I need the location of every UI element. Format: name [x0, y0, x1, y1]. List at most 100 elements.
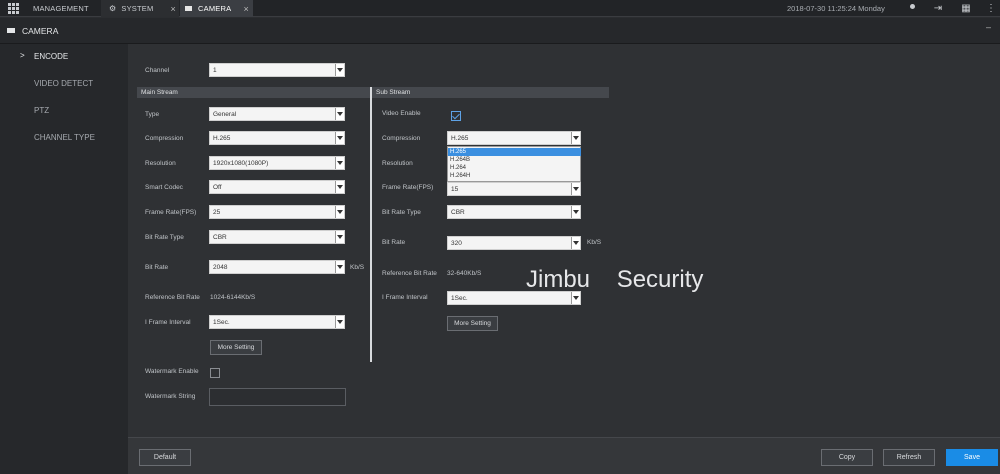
sub-frame-rate-label: Frame Rate(FPS) — [382, 184, 434, 191]
tab-camera[interactable]: CAMERA × — [180, 0, 253, 17]
sidebar-item-label: PTZ — [34, 106, 50, 115]
bit-rate-select[interactable]: 2048 — [209, 260, 345, 274]
reference-bit-rate-label: Reference Bit Rate — [145, 294, 200, 301]
grid-icon — [8, 3, 19, 14]
video-enable-checkbox[interactable] — [451, 111, 461, 121]
save-button[interactable]: Save — [946, 449, 998, 466]
chevron-down-icon — [335, 231, 344, 243]
sub-bit-rate-label: Bit Rate — [382, 239, 406, 246]
tab-camera-label: CAMERA — [198, 4, 232, 13]
tab-management-label: MANAGEMENT — [33, 4, 89, 13]
sub-bit-rate-type-select[interactable]: CBR — [447, 205, 581, 219]
tab-system-close-icon[interactable]: × — [171, 4, 176, 14]
device-icon[interactable]: ▦ — [960, 2, 972, 15]
smart-codec-label: Smart Codec — [145, 184, 183, 191]
refresh-button[interactable]: Refresh — [883, 449, 935, 466]
compression-value: H.265 — [213, 135, 231, 142]
watermark-string-label: Watermark String — [145, 393, 196, 400]
bit-rate-type-select[interactable]: CBR — [209, 230, 345, 244]
i-frame-interval-label: I Frame Interval — [145, 319, 191, 326]
frame-rate-select[interactable]: 25 — [209, 205, 345, 219]
tab-system-label: SYSTEM — [121, 4, 154, 13]
sidebar-item-encode[interactable]: ENCODE — [0, 44, 128, 70]
camera-icon — [185, 6, 192, 11]
page-title: CAMERA — [22, 26, 59, 36]
bit-rate-label: Bit Rate — [145, 264, 169, 271]
main-stream-header: Main Stream — [137, 87, 370, 98]
resolution-label: Resolution — [145, 160, 176, 167]
sidebar-item-video-detect[interactable]: VIDEO DETECT — [0, 71, 128, 97]
dropdown-option[interactable]: H.265 — [448, 148, 581, 156]
overlay-watermark-text: Jimbu Security — [526, 266, 704, 293]
chevron-down-icon — [335, 316, 344, 328]
watermark-enable-checkbox[interactable] — [210, 368, 220, 378]
chevron-down-icon — [335, 157, 344, 169]
title-bar — [0, 18, 1000, 44]
sidebar-item-label: ENCODE — [34, 52, 69, 61]
chevron-down-icon — [335, 181, 344, 193]
stream-divider — [370, 87, 372, 362]
chevron-down-icon — [335, 132, 344, 144]
type-label: Type — [145, 111, 160, 118]
channel-value: 1 — [213, 67, 217, 74]
tab-management[interactable]: MANAGEMENT — [0, 0, 100, 17]
sub-frame-rate-value: 15 — [451, 186, 459, 193]
sub-bit-rate-select[interactable]: 320 — [447, 236, 581, 250]
chevron-down-icon — [571, 206, 580, 218]
chevron-down-icon — [335, 64, 344, 76]
chevron-down-icon — [335, 108, 344, 120]
sub-bit-rate-type-value: CBR — [451, 209, 465, 216]
user-icon[interactable] — [905, 2, 919, 15]
bit-rate-type-label: Bit Rate Type — [145, 234, 184, 241]
i-frame-interval-value: 1Sec. — [213, 319, 230, 326]
chevron-down-icon — [571, 237, 580, 249]
chevron-down-icon — [571, 132, 580, 144]
sidebar-item-label: CHANNEL TYPE — [34, 133, 95, 142]
copy-button[interactable]: Copy — [821, 449, 873, 466]
sidebar-item-label: VIDEO DETECT — [34, 79, 94, 88]
gears-icon: ⚙ — [109, 4, 117, 13]
compression-dropdown-list: H.265 H.264B H.264 H.264H — [447, 146, 581, 182]
compression-select[interactable]: H.265 — [209, 131, 345, 145]
tab-camera-close-icon[interactable]: × — [244, 4, 249, 14]
more-icon[interactable]: ⋮ — [985, 2, 997, 15]
chevron-down-icon — [335, 261, 344, 273]
tab-system[interactable]: ⚙ SYSTEM × — [101, 0, 179, 17]
default-button[interactable]: Default — [139, 449, 191, 466]
type-value: General — [213, 111, 237, 118]
bit-rate-type-value: CBR — [213, 234, 227, 241]
minimize-icon[interactable]: – — [986, 22, 991, 32]
resolution-select[interactable]: 1920x1080(1080P) — [209, 156, 345, 170]
smart-codec-select[interactable]: Off — [209, 180, 345, 194]
sidebar-item-channel-type[interactable]: CHANNEL TYPE — [0, 125, 128, 151]
reference-bit-rate-value: 1024-6144Kb/S — [210, 294, 256, 301]
sub-frame-rate-select[interactable]: 15 — [447, 182, 581, 196]
chevron-down-icon — [571, 183, 580, 195]
i-frame-interval-select[interactable]: 1Sec. — [209, 315, 345, 329]
smart-codec-value: Off — [213, 184, 222, 191]
resolution-value: 1920x1080(1080P) — [213, 160, 269, 167]
frame-rate-value: 25 — [213, 209, 221, 216]
sub-compression-label: Compression — [382, 135, 421, 142]
channel-label: Channel — [145, 67, 170, 74]
sub-reference-bit-rate-label: Reference Bit Rate — [382, 270, 437, 277]
sub-bit-rate-type-label: Bit Rate Type — [382, 209, 421, 216]
main-more-setting-button[interactable]: More Setting — [210, 340, 262, 355]
logout-icon[interactable]: ⇥ — [930, 2, 946, 15]
channel-select[interactable]: 1 — [209, 63, 345, 77]
type-select[interactable]: General — [209, 107, 345, 121]
sub-more-setting-button[interactable]: More Setting — [447, 316, 498, 331]
sub-bit-rate-value: 320 — [451, 240, 462, 247]
dropdown-option[interactable]: H.264H — [448, 172, 581, 180]
watermark-string-input[interactable] — [209, 388, 346, 406]
watermark-enable-label: Watermark Enable — [145, 368, 199, 375]
compression-label: Compression — [145, 135, 184, 142]
sub-i-frame-interval-value: 1Sec. — [451, 295, 468, 302]
dropdown-option[interactable]: H.264 — [448, 164, 581, 172]
sub-bit-rate-unit: Kb/S — [587, 239, 602, 246]
dropdown-option[interactable]: H.264B — [448, 156, 581, 164]
sidebar-item-ptz[interactable]: PTZ — [0, 98, 128, 124]
sub-compression-select[interactable]: H.265 — [447, 131, 581, 145]
bit-rate-value: 2048 — [213, 264, 228, 271]
video-enable-label: Video Enable — [382, 110, 421, 117]
